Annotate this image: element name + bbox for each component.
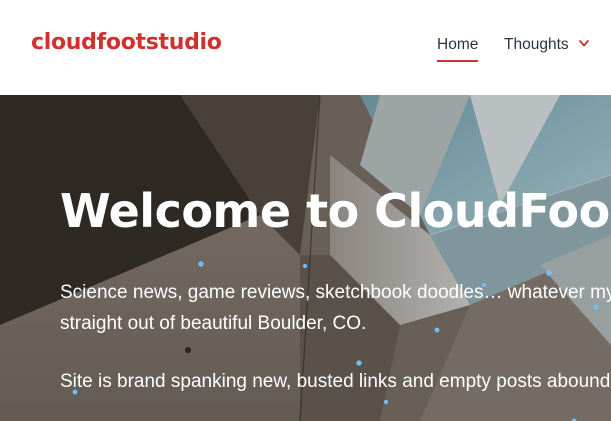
hero-intro-line-2: straight out of beautiful Boulder, CO. (60, 313, 367, 334)
hero-section: Welcome to CloudFoo Science news, game r… (0, 95, 611, 421)
main-nav: Home Thoughts (0, 0, 611, 95)
site-header: cloudfootstudio Home Thoughts (0, 0, 611, 95)
chevron-down-icon[interactable] (579, 34, 589, 52)
nav-item-home[interactable]: Home (437, 36, 479, 62)
hero-title: Welcome to CloudFoo (60, 184, 610, 238)
hero-intro-paragraph: Science news, game reviews, sketchbook d… (60, 277, 611, 339)
hero-intro-line-1: Science news, game reviews, sketchbook d… (60, 282, 611, 303)
nav-item-thoughts[interactable]: Thoughts (504, 36, 589, 54)
nav-item-thoughts-label: Thoughts (504, 36, 569, 53)
hero-notice-paragraph: Site is brand spanking new, busted links… (60, 371, 611, 392)
